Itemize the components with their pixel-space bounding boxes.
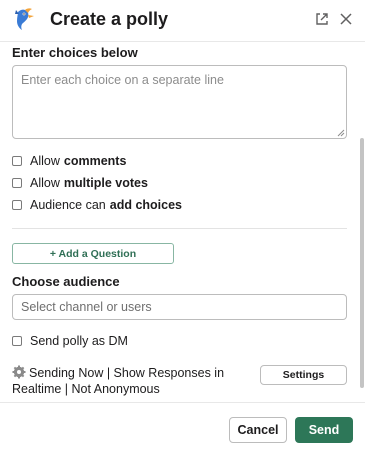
option-bold: comments <box>63 154 127 168</box>
modal-header: Create a polly <box>0 0 365 42</box>
modal-footer: Cancel Send <box>0 402 365 450</box>
audience-add-choices-checkbox[interactable] <box>12 200 22 210</box>
polly-logo-icon <box>15 8 34 30</box>
choices-label: Enter choices below <box>12 45 138 60</box>
send-as-dm-checkbox[interactable] <box>12 336 22 346</box>
choices-input[interactable] <box>12 65 347 139</box>
allow-comments-option[interactable]: Allow comments <box>12 153 126 169</box>
audience-select[interactable]: Select channel or users <box>12 294 347 320</box>
settings-button[interactable]: Settings <box>260 365 347 385</box>
option-bold: multiple votes <box>63 176 148 190</box>
option-bold: add choices <box>109 198 183 212</box>
audience-label: Choose audience <box>12 274 120 289</box>
settings-summary: Sending Now | Show Responses in Realtime… <box>12 365 252 397</box>
settings-summary-text: Sending Now | Show Responses in Realtime… <box>12 366 225 396</box>
open-external-icon[interactable] <box>314 11 330 27</box>
cancel-button[interactable]: Cancel <box>229 417 287 443</box>
option-prefix: Audience can <box>30 198 106 212</box>
allow-comments-checkbox[interactable] <box>12 156 22 166</box>
allow-multiple-votes-checkbox[interactable] <box>12 178 22 188</box>
section-divider <box>12 228 347 229</box>
modal-title: Create a polly <box>50 9 169 29</box>
allow-multiple-votes-option[interactable]: Allow multiple votes <box>12 175 148 191</box>
audience-add-choices-option[interactable]: Audience can add choices <box>12 197 182 213</box>
send-as-dm-option[interactable]: Send polly as DM <box>12 333 128 349</box>
option-prefix: Allow <box>30 176 60 190</box>
modal-body: Enter choices below Allow comments Allow… <box>0 43 365 402</box>
resize-grip-icon[interactable] <box>337 129 345 137</box>
add-question-button[interactable]: + Add a Question <box>12 243 174 264</box>
send-as-dm-label: Send polly as DM <box>30 334 128 348</box>
scrollbar-thumb[interactable] <box>360 138 364 388</box>
option-prefix: Allow <box>30 154 60 168</box>
send-button[interactable]: Send <box>295 417 353 443</box>
gear-icon <box>12 365 26 379</box>
close-icon[interactable] <box>338 11 354 27</box>
